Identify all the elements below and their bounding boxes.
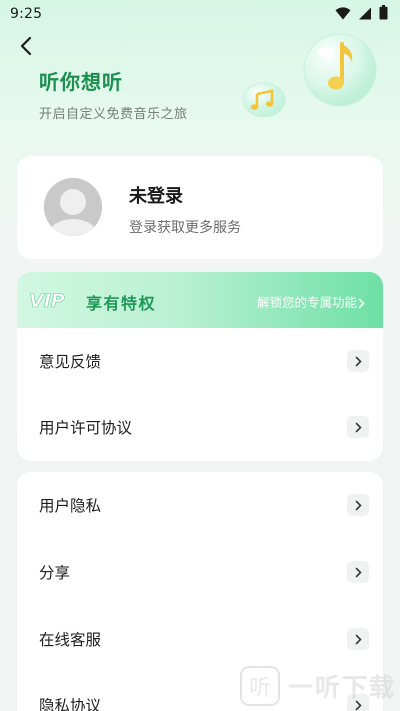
chevron-right-icon <box>347 416 369 438</box>
page-title: 听你想听 <box>39 70 123 94</box>
menu-item-label: 意见反馈 <box>39 353 102 371</box>
status-bar: 9:25 <box>0 0 400 28</box>
login-status-title[interactable]: 未登录 <box>129 182 183 208</box>
back-button[interactable] <box>14 36 38 60</box>
watermark-text: 一听下载 <box>288 673 397 702</box>
chevron-right-icon <box>347 628 369 650</box>
vip-unlock-link[interactable]: 解锁您的专属功能 <box>257 292 357 311</box>
vip-logo-text: VIP <box>29 290 65 311</box>
menu-item-user-privacy[interactable]: 用户隐私 <box>17 472 383 538</box>
back-arrow-icon <box>19 36 33 60</box>
vip-title: 享有特权 <box>86 294 157 313</box>
music-notes-bubble-icon <box>242 82 286 118</box>
me-screen: 9:25 听你想听 开启自定义免费音乐之旅 未登录 登录获取更多服务 VIP 享… <box>0 0 400 711</box>
chevron-right-icon <box>358 294 365 313</box>
status-icons <box>335 4 388 24</box>
chevron-right-icon <box>347 494 369 516</box>
watermark-logo: 听 <box>240 666 280 706</box>
avatar[interactable] <box>44 178 102 236</box>
vip-banner[interactable]: VIP 享有特权 解锁您的专属功能 <box>17 272 383 328</box>
menu-item-label: 隐私协议 <box>39 697 102 711</box>
chevron-right-icon <box>347 350 369 372</box>
page-subtitle: 开启自定义免费音乐之旅 <box>39 107 188 122</box>
menu-group-primary: 意见反馈 用户许可协议 <box>17 328 383 461</box>
status-time: 9:25 <box>10 6 43 22</box>
menu-item-online-support[interactable]: 在线客服 <box>17 606 383 672</box>
signal-icon <box>358 5 372 24</box>
music-note-bubble-icon <box>302 32 378 108</box>
watermark: 听 一听下载 <box>240 666 396 706</box>
menu-item-label: 用户隐私 <box>39 497 102 515</box>
login-hint: 登录获取更多服务 <box>129 220 241 236</box>
menu-item-label: 用户许可协议 <box>39 419 133 437</box>
menu-item-share[interactable]: 分享 <box>17 539 383 605</box>
menu-item-user-license[interactable]: 用户许可协议 <box>17 394 383 460</box>
battery-icon <box>379 4 388 24</box>
vip-logo: VIP <box>28 289 80 315</box>
wifi-icon <box>335 5 351 24</box>
menu-item-label: 分享 <box>39 564 71 582</box>
menu-item-label: 在线客服 <box>39 631 102 649</box>
chevron-right-icon <box>347 561 369 583</box>
profile-card[interactable]: 未登录 登录获取更多服务 <box>17 156 383 259</box>
menu-item-feedback[interactable]: 意见反馈 <box>17 328 383 394</box>
